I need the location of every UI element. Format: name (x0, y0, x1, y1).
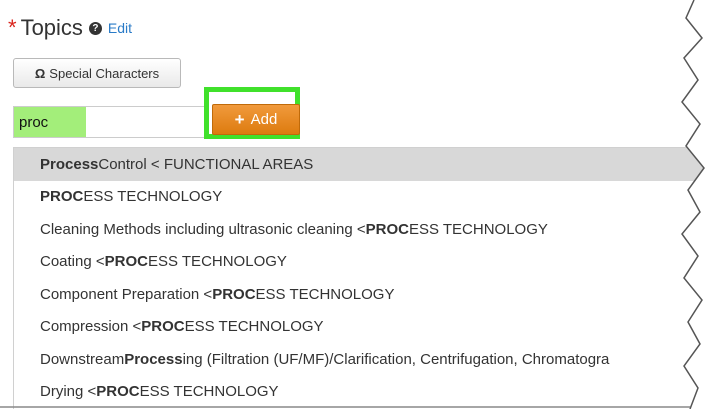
edit-link[interactable]: Edit (108, 20, 132, 36)
result-item[interactable]: Compression < PROC ESS TECHNOLOGY (14, 311, 712, 344)
result-item[interactable]: PROC ESS TECHNOLOGY (14, 181, 712, 214)
add-button[interactable]: + Add (212, 104, 300, 135)
result-item[interactable]: Downstream Process ing (Filtration (UF/MF… (14, 343, 712, 376)
result-item[interactable]: Component Preparation < PROC ESS TECHNOLO… (14, 278, 712, 311)
result-item[interactable]: Process Control < FUNCTIONAL AREAS (14, 148, 712, 181)
add-button-label: Add (250, 111, 278, 128)
special-characters-button[interactable]: Ω Special Characters (13, 58, 181, 88)
topic-search-input[interactable] (13, 106, 208, 138)
topics-title: Topics (20, 15, 83, 40)
topics-header: * Topics ? Edit (8, 12, 132, 44)
omega-icon: Ω (34, 65, 46, 81)
result-item[interactable]: Coating < PROC ESS TECHNOLOGY (14, 246, 712, 279)
autocomplete-results: Process Control < FUNCTIONAL AREAS PROC E… (13, 147, 712, 409)
required-marker: * (8, 15, 17, 40)
question-circle-icon[interactable]: ? (88, 21, 102, 35)
plus-icon: + (234, 109, 245, 129)
result-item[interactable]: Drying < PROC ESS TECHNOLOGY (14, 376, 712, 409)
special-characters-label: Special Characters (49, 65, 160, 81)
result-item[interactable]: Cleaning Methods including ultrasonic cl… (14, 213, 712, 246)
